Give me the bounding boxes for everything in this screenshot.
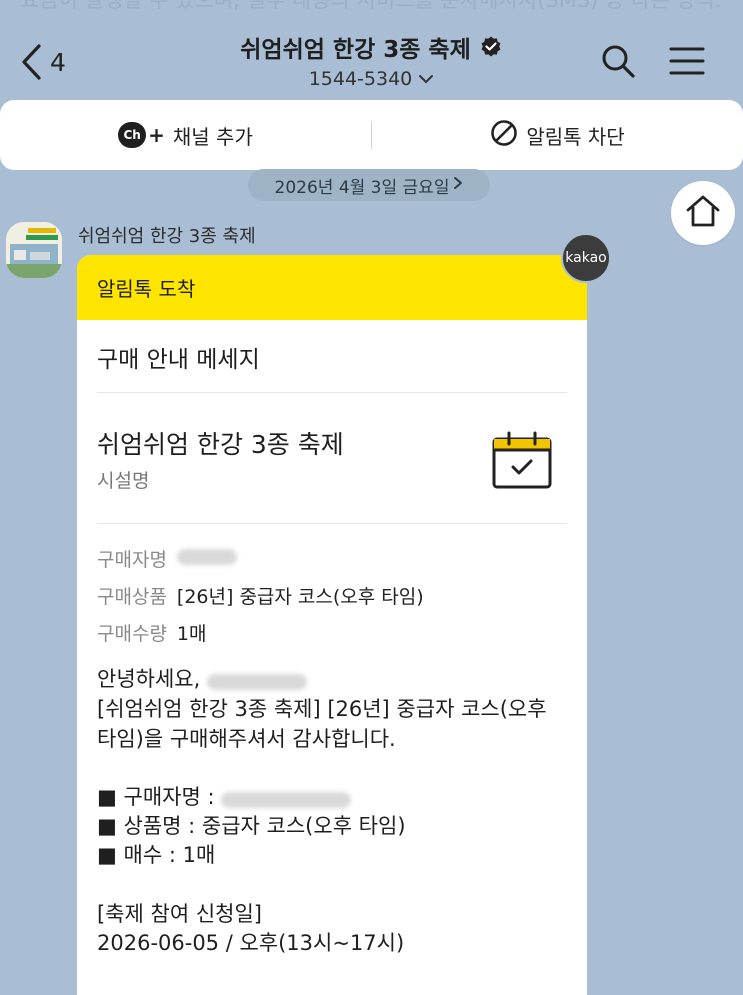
chat-title: 쉬엄쉬엄 한강 3종 축제 — [240, 37, 471, 63]
greeting-line: 안녕하세요, — [97, 665, 567, 694]
message-header: 알림톡 도착 — [77, 255, 587, 320]
bullet-buyer-label: ■ 구매자명 : — [97, 785, 215, 809]
block-alimtalk-button[interactable]: 알림톡 차단 — [372, 119, 743, 152]
chevron-right-icon — [453, 175, 463, 195]
menu-button[interactable] — [667, 43, 707, 83]
home-button[interactable] — [671, 181, 735, 245]
body-line: [쉬엄쉬엄 한강 3종 축제] [26년] 중급자 코스(오후 — [97, 697, 547, 721]
verified-badge-icon — [479, 35, 503, 59]
phone-number-dropdown[interactable]: 1544-5340 — [309, 68, 435, 90]
message-header-label: 알림톡 도착 — [97, 277, 196, 301]
channel-icon: Ch — [118, 122, 147, 148]
block-alimtalk-label: 알림톡 차단 — [526, 124, 625, 149]
bullet-product-line: ■ 상품명 : 중급자 코스(오후 타임) — [97, 814, 406, 838]
apply-date-value: 2026-06-05 / 오후(13시~17시) — [97, 931, 405, 955]
channel-action-bar: Ch + 채널 추가 알림톡 차단 — [0, 100, 743, 170]
search-button[interactable] — [598, 43, 638, 83]
field-label: 구매상품 — [97, 586, 167, 608]
block-icon — [490, 119, 518, 152]
kakao-badge: kakao — [561, 233, 611, 283]
top-bar: 4 쉬엄쉬엄 한강 3종 축제 1544-5340 — [0, 0, 743, 100]
home-icon — [685, 194, 721, 232]
field-value: 1매 — [176, 623, 207, 645]
alimtalk-message-bubble: 알림톡 도착 구매 안내 메세지 쉬엄쉬엄 한강 3종 축제 시설명 구매자명 … — [77, 255, 587, 995]
date-divider[interactable]: 2026년 4월 3일 금요일 — [248, 169, 490, 201]
greeting-text: 안녕하세요, — [97, 667, 201, 691]
redacted-value — [176, 549, 237, 565]
add-channel-label: 채널 추가 — [172, 124, 253, 149]
phone-number: 1544-5340 — [308, 68, 413, 90]
field-label: 구매자명 — [97, 549, 167, 571]
redacted-name — [206, 674, 307, 690]
section-divider — [97, 523, 567, 524]
message-section-title: 구매 안내 메세지 — [97, 347, 260, 373]
facility-name: 쉬엄쉬엄 한강 3종 축제 — [97, 430, 344, 459]
calendar-check-icon — [491, 430, 553, 494]
product-row: 구매상품 [26년] 중급자 코스(오후 타임) — [97, 582, 424, 609]
plus-icon: + — [148, 123, 165, 147]
body-line: 타임)을 구매해주셔서 감사합니다. — [97, 727, 396, 751]
quantity-row: 구매수량 1매 — [97, 619, 207, 646]
apply-date-label: [축제 참여 신청일] — [97, 902, 262, 926]
buyer-name-row: 구매자명 — [97, 545, 237, 572]
sender-name: 쉬엄쉬엄 한강 3종 축제 — [78, 226, 256, 247]
facility-label: 시설명 — [97, 470, 150, 492]
bullet-count-line: ■ 매수 : 1매 — [97, 843, 216, 867]
search-icon — [600, 43, 636, 83]
field-value: [26년] 중급자 코스(오후 타임) — [176, 586, 424, 608]
redacted-buyer — [221, 792, 352, 808]
field-label: 구매수량 — [97, 623, 167, 645]
menu-icon — [669, 46, 705, 80]
date-label: 2026년 4월 3일 금요일 — [274, 177, 450, 198]
chevron-down-icon — [418, 68, 434, 90]
add-channel-button[interactable]: Ch + 채널 추가 — [0, 121, 371, 150]
section-divider — [97, 392, 567, 393]
sender-avatar[interactable] — [6, 222, 62, 278]
bullet-buyer-line: ■ 구매자명 : — [97, 783, 567, 812]
